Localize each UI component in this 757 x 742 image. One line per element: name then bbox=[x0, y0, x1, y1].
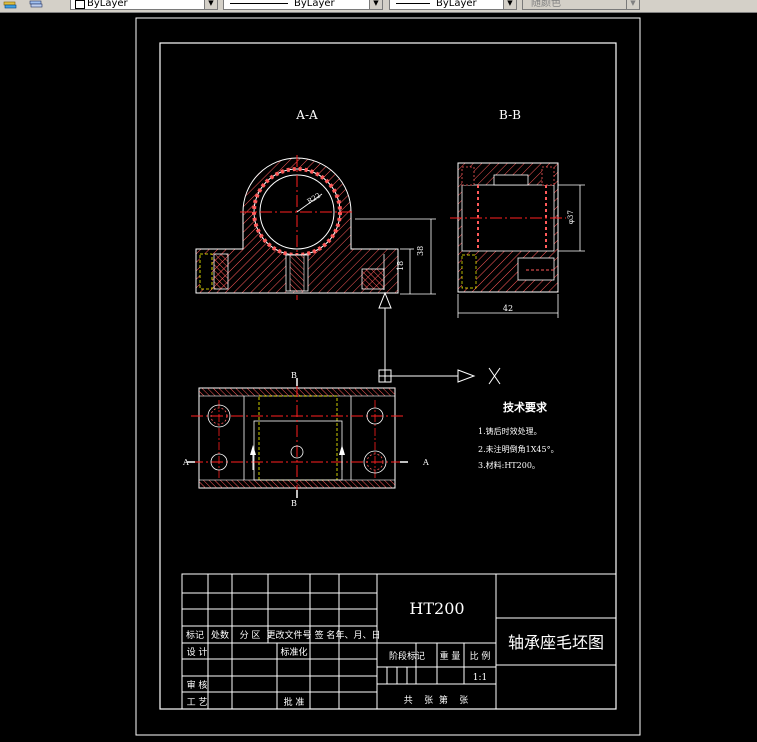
hdr-zone: 分 区 bbox=[240, 630, 261, 641]
layer-combo[interactable]: ByLayer ▼ bbox=[70, 0, 218, 10]
hdr-sign: 签 名 bbox=[315, 629, 336, 641]
hdr-change-doc: 更改文件号 bbox=[266, 629, 311, 641]
part-name-label: 轴承座毛坯图 bbox=[508, 633, 604, 652]
stage-mark: 阶段标记 bbox=[389, 650, 425, 662]
linetype-combo[interactable]: ByLayer ▼ bbox=[223, 0, 383, 10]
linetype-preview bbox=[230, 3, 288, 4]
dim-42-label: 42 bbox=[503, 304, 513, 313]
row-approve: 批 准 bbox=[284, 696, 305, 708]
layer-states-icon[interactable] bbox=[29, 0, 43, 10]
dim-18-label: 18 bbox=[396, 261, 405, 271]
plotstyle-combo-value: 随颜色 bbox=[531, 0, 561, 9]
row-review: 审 核 bbox=[187, 679, 208, 691]
cut-b-bottom-label: B bbox=[291, 499, 297, 508]
cut-a-right-label: A bbox=[422, 458, 429, 467]
section-b-view bbox=[450, 162, 566, 293]
tech-item-3: 3.材料:HT200。 bbox=[478, 460, 540, 470]
row-design: 设 计 bbox=[187, 646, 208, 658]
top-view bbox=[187, 378, 408, 498]
row-process: 工 艺 bbox=[187, 697, 208, 708]
color-swatch-icon bbox=[75, 0, 85, 9]
dim-38-label: 38 bbox=[416, 246, 425, 256]
hdr-count: 处数 bbox=[211, 629, 229, 641]
tech-item-2: 2.未注明倒角1X45°。 bbox=[478, 444, 559, 454]
dim-d37-label: φ37 bbox=[567, 210, 575, 224]
row-standard: 标准化 bbox=[280, 646, 307, 658]
sheets-label: 共 张 第 张 bbox=[404, 694, 469, 706]
lineweight-combo-value: ByLayer bbox=[436, 0, 477, 9]
drawing-canvas[interactable]: A-A B-B R22 38 18 φ37 42 B B A A 技术要求 1.… bbox=[0, 13, 757, 742]
weight-label: 重 量 bbox=[440, 650, 461, 662]
lineweight-preview bbox=[396, 3, 430, 4]
tech-title: 技术要求 bbox=[503, 400, 548, 414]
ucs-icon bbox=[378, 291, 501, 385]
chevron-down-icon[interactable]: ▼ bbox=[204, 0, 217, 9]
scale-value: 1:1 bbox=[473, 673, 487, 683]
cut-a-left-label: A bbox=[182, 458, 189, 467]
lineweight-combo[interactable]: ByLayer ▼ bbox=[389, 0, 517, 10]
section-a-label: A-A bbox=[295, 108, 318, 122]
cut-b-top-label: B bbox=[291, 371, 297, 380]
chevron-down-icon[interactable]: ▼ bbox=[503, 0, 516, 9]
chevron-down-icon[interactable]: ▼ bbox=[369, 0, 382, 9]
plotstyle-combo[interactable]: 随颜色 ▼ bbox=[522, 0, 640, 10]
linetype-combo-value: ByLayer bbox=[294, 0, 335, 9]
properties-toolbar: ByLayer ▼ ByLayer ▼ ByLayer ▼ 随颜色 ▼ bbox=[0, 0, 757, 13]
section-b-label: B-B bbox=[499, 108, 521, 122]
layer-combo-value: ByLayer bbox=[87, 0, 128, 9]
hdr-date: 年、月、日 bbox=[335, 629, 380, 641]
scale-label: 比 例 bbox=[470, 650, 491, 662]
chevron-down-icon[interactable]: ▼ bbox=[626, 0, 639, 9]
material-label: HT200 bbox=[409, 599, 464, 618]
hdr-mark: 标记 bbox=[186, 629, 204, 641]
tech-item-1: 1.铸后时效处理。 bbox=[478, 426, 542, 436]
layer-manager-icon[interactable] bbox=[3, 0, 17, 10]
section-a-view bbox=[195, 155, 399, 300]
